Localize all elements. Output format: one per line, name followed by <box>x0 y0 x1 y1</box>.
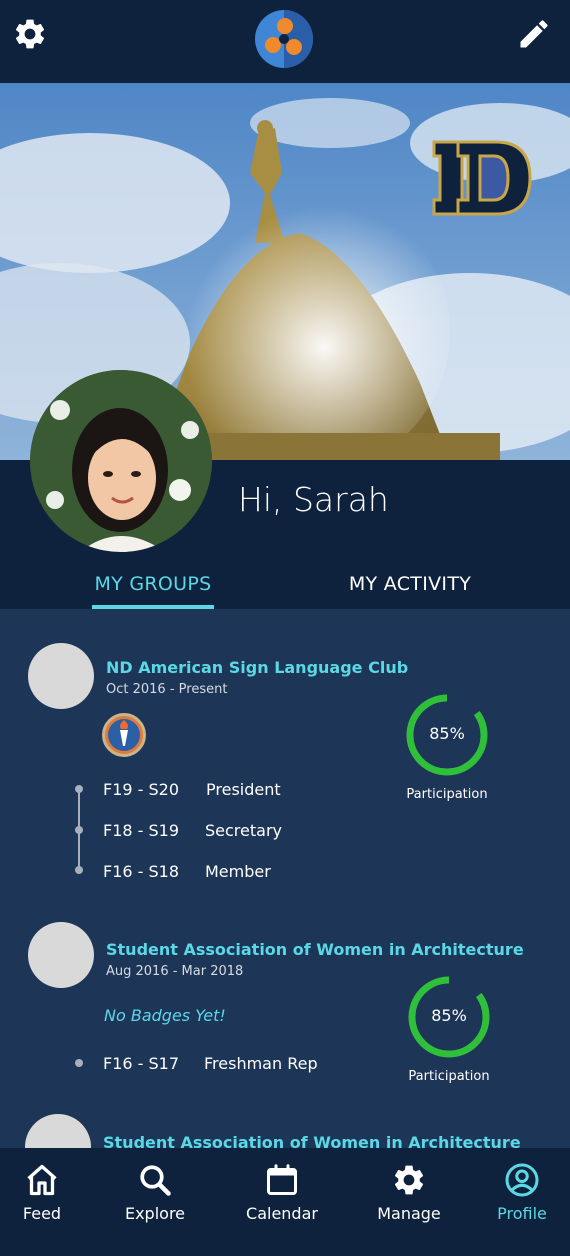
role-term: F18 - S19 <box>103 821 180 840</box>
gear-icon <box>394 1165 424 1195</box>
user-avatar[interactable] <box>30 370 212 552</box>
group-avatar <box>28 922 94 988</box>
nav-calendar[interactable]: Calendar <box>232 1162 332 1223</box>
participation-label: Participation <box>406 787 488 802</box>
group-dates: Oct 2016 - Present <box>106 682 228 697</box>
role-term: F16 - S17 <box>103 1054 180 1073</box>
group-avatar <box>28 643 94 709</box>
home-icon <box>27 1164 57 1196</box>
group-card[interactable]: Student Association of Women in Architec… <box>0 922 570 1112</box>
pencil-icon <box>520 20 548 48</box>
nav-profile[interactable]: Profile <box>472 1162 570 1223</box>
nav-label: Calendar <box>246 1204 318 1223</box>
role-term: F19 - S20 <box>103 780 180 799</box>
group-name[interactable]: Student Association of Women in Architec… <box>106 940 524 959</box>
nav-label: Manage <box>377 1204 441 1223</box>
participation-value: 85% <box>431 1006 467 1025</box>
active-tab-indicator <box>92 605 214 609</box>
app-logo[interactable] <box>253 8 315 70</box>
nav-feed[interactable]: Feed <box>0 1162 92 1223</box>
timeline-dot <box>75 826 83 834</box>
greeting: Hi, Sarah <box>238 480 389 519</box>
bottom-navigation: Feed Explore Calendar Manage Profile <box>0 1148 570 1256</box>
settings-button[interactable] <box>12 16 52 56</box>
calendar-icon <box>267 1164 297 1195</box>
role-title: Member <box>205 862 271 881</box>
torch-badge-icon[interactable] <box>102 713 146 757</box>
top-bar <box>0 0 570 83</box>
nav-explore[interactable]: Explore <box>105 1162 205 1223</box>
profile-icon <box>505 1163 539 1197</box>
role-title: Secretary <box>205 821 282 840</box>
edit-profile-button[interactable] <box>516 16 556 56</box>
timeline-dot <box>75 1059 83 1067</box>
group-name[interactable]: ND American Sign Language Club <box>106 658 408 677</box>
timeline-dot <box>75 785 83 793</box>
participation-value: 85% <box>429 724 465 743</box>
nav-label: Profile <box>497 1204 547 1223</box>
nav-label: Feed <box>22 1204 62 1223</box>
gear-icon <box>15 19 45 49</box>
tab-my-groups[interactable]: MY GROUPS <box>92 573 214 595</box>
participation-label: Participation <box>408 1069 490 1084</box>
role-title: Freshman Rep <box>204 1054 318 1073</box>
role-title: President <box>206 780 281 799</box>
nd-logo <box>432 140 532 216</box>
timeline-dot <box>75 866 83 874</box>
group-card[interactable]: ND American Sign Language Club Oct 2016 … <box>0 640 570 910</box>
role-term: F16 - S18 <box>103 862 180 881</box>
tab-my-activity[interactable]: MY ACTIVITY <box>340 573 480 595</box>
nav-manage[interactable]: Manage <box>359 1162 459 1223</box>
profile-tabs: MY GROUPS MY ACTIVITY <box>0 565 570 611</box>
group-dates: Aug 2016 - Mar 2018 <box>106 964 244 979</box>
search-icon <box>140 1165 171 1196</box>
no-badges-text: No Badges Yet! <box>104 1006 226 1025</box>
nav-label: Explore <box>124 1204 186 1223</box>
